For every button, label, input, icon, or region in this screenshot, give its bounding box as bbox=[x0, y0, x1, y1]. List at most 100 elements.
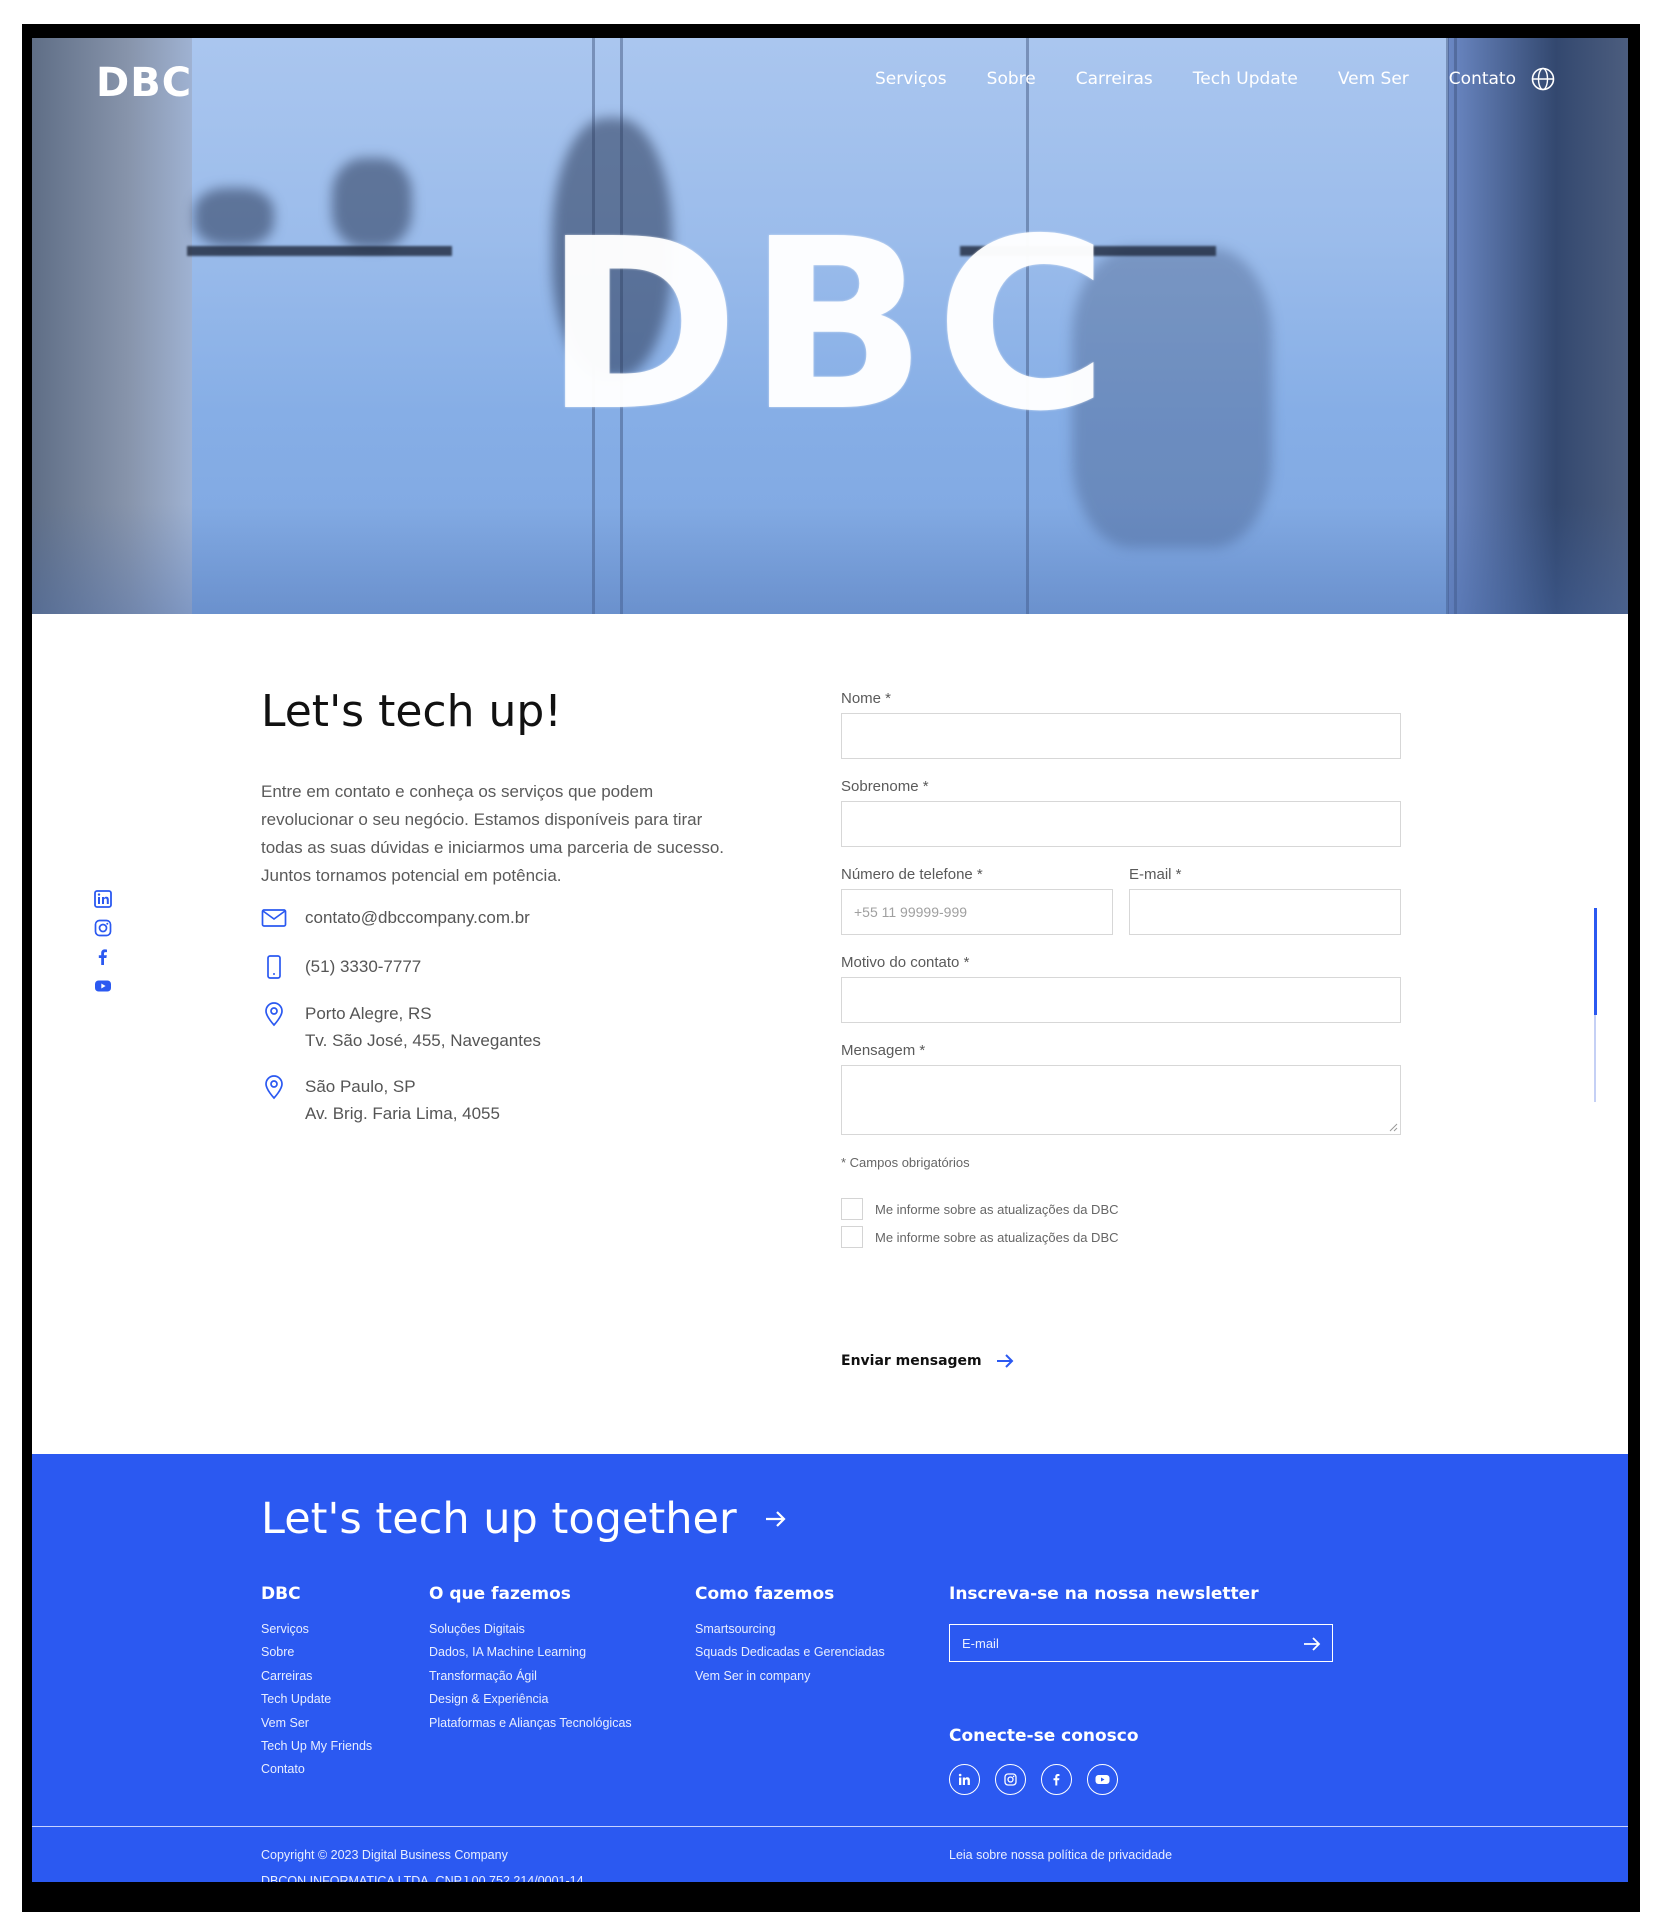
footer-col-heading: DBC bbox=[261, 1584, 301, 1604]
youtube-icon[interactable] bbox=[94, 977, 112, 995]
office-address: Av. Brig. Faria Lima, 4055 bbox=[305, 1104, 500, 1123]
mensagem-label: Mensagem * bbox=[841, 1042, 926, 1059]
footer-link[interactable]: Contato bbox=[261, 1758, 372, 1781]
sobrenome-label: Sobrenome * bbox=[841, 778, 929, 795]
footer-link[interactable]: Design & Experiência bbox=[429, 1688, 632, 1711]
send-message-button[interactable]: Enviar mensagem bbox=[841, 1353, 1014, 1369]
nav-links: Serviços Sobre Carreiras Tech Update Vem… bbox=[875, 69, 1516, 89]
send-message-label: Enviar mensagem bbox=[841, 1353, 982, 1369]
newsletter-checkbox-row: Me informe sobre as atualizações da DBC bbox=[841, 1198, 1119, 1220]
newsletter-email-input[interactable]: E-mail bbox=[949, 1624, 1333, 1662]
newsletter-checkbox[interactable] bbox=[841, 1198, 863, 1220]
contact-email[interactable]: contato@dbccompany.com.br bbox=[305, 904, 530, 931]
nome-input[interactable] bbox=[841, 713, 1401, 759]
footer-link[interactable]: Tech Update bbox=[261, 1688, 372, 1711]
telefone-input[interactable]: +55 11 99999-999 bbox=[841, 889, 1113, 935]
nav-link-carreiras[interactable]: Carreiras bbox=[1076, 69, 1153, 89]
instagram-icon[interactable] bbox=[94, 919, 112, 937]
sobrenome-input[interactable] bbox=[841, 801, 1401, 847]
arrow-right-icon[interactable] bbox=[1302, 1634, 1322, 1654]
nav-link-sobre[interactable]: Sobre bbox=[987, 69, 1036, 89]
nome-label: Nome * bbox=[841, 690, 892, 707]
footer-link[interactable]: Smartsourcing bbox=[695, 1618, 885, 1641]
facebook-icon[interactable] bbox=[94, 948, 112, 966]
newsletter-heading: Inscreva-se na nossa newsletter bbox=[949, 1584, 1259, 1604]
privacy-link[interactable]: Leia sobre nossa política de privacidade bbox=[949, 1848, 1172, 1862]
footer-cta-label: Let's tech up together bbox=[261, 1494, 737, 1544]
location-pin-icon bbox=[265, 1075, 283, 1100]
footer-link[interactable]: Carreiras bbox=[261, 1665, 372, 1688]
nav-link-servicos[interactable]: Serviços bbox=[875, 69, 947, 89]
resize-handle-icon[interactable] bbox=[1389, 1123, 1398, 1132]
site-logo[interactable]: DBC bbox=[96, 60, 192, 106]
office-city: Porto Alegre, RS bbox=[305, 1004, 432, 1023]
footer-cta[interactable]: Let's tech up together bbox=[261, 1494, 787, 1544]
office-sao-paulo: São Paulo, SP Av. Brig. Faria Lima, 4055 bbox=[261, 1073, 500, 1127]
connect-heading: Conecte-se conosco bbox=[949, 1726, 1139, 1746]
footer-link[interactable]: Vem Ser in company bbox=[695, 1665, 885, 1688]
phone-icon bbox=[267, 955, 281, 979]
hero-floor bbox=[32, 504, 1628, 614]
newsletter-placeholder: E-mail bbox=[962, 1636, 999, 1651]
footer: Let's tech up together DBC Serviços Sobr… bbox=[32, 1454, 1628, 1882]
contact-title: Let's tech up! bbox=[261, 686, 562, 737]
newsletter-checkbox[interactable] bbox=[841, 1226, 863, 1248]
footer-col-heading: Como fazemos bbox=[695, 1584, 835, 1604]
footer-link[interactable]: Soluções Digitais bbox=[429, 1618, 632, 1641]
youtube-icon[interactable] bbox=[1087, 1764, 1118, 1795]
nav-link-vem-ser[interactable]: Vem Ser bbox=[1338, 69, 1409, 89]
location-pin-icon bbox=[265, 1002, 283, 1027]
email-label: E-mail * bbox=[1129, 866, 1182, 883]
copyright-text: Copyright © 2023 Digital Business Compan… bbox=[261, 1848, 508, 1862]
page-window: DBC DBC Serviços Sobre Carreiras Tech Up… bbox=[32, 38, 1628, 1882]
footer-col-como-fazemos: Como fazemos Smartsourcing Squads Dedica… bbox=[695, 1584, 885, 1688]
checkbox-label: Me informe sobre as atualizações da DBC bbox=[875, 1229, 1119, 1245]
linkedin-icon[interactable] bbox=[94, 890, 112, 908]
contact-email-row: contato@dbccompany.com.br bbox=[261, 904, 530, 931]
footer-col-dbc: DBC Serviços Sobre Carreiras Tech Update… bbox=[261, 1584, 372, 1782]
hero-logo-text: DBC bbox=[543, 188, 1117, 463]
contact-phone[interactable]: (51) 3330-7777 bbox=[305, 953, 421, 980]
company-registration: DBCON INFORMATICA LTDA, CNPJ 00.752.214/… bbox=[261, 1874, 584, 1882]
checkbox-label: Me informe sobre as atualizações da DBC bbox=[875, 1201, 1119, 1217]
nav-link-tech-update[interactable]: Tech Update bbox=[1193, 69, 1298, 89]
contact-intro: Entre em contato e conheça os serviços q… bbox=[261, 782, 725, 885]
arrow-right-icon bbox=[765, 1511, 786, 1527]
linkedin-icon[interactable] bbox=[949, 1764, 980, 1795]
office-city: São Paulo, SP bbox=[305, 1077, 416, 1096]
footer-col-newsletter: Inscreva-se na nossa newsletter bbox=[949, 1584, 1259, 1618]
footer-divider bbox=[32, 1826, 1628, 1827]
footer-link[interactable]: Dados, IA Machine Learning bbox=[429, 1641, 632, 1664]
footer-link[interactable]: Sobre bbox=[261, 1641, 372, 1664]
scroll-indicator-thumb[interactable] bbox=[1594, 908, 1597, 1015]
footer-link[interactable]: Squads Dedicadas e Gerenciadas bbox=[695, 1641, 885, 1664]
instagram-icon[interactable] bbox=[995, 1764, 1026, 1795]
motivo-input[interactable] bbox=[841, 977, 1401, 1023]
telefone-placeholder: +55 11 99999-999 bbox=[854, 904, 968, 920]
footer-col-o-que-fazemos: O que fazemos Soluções Digitais Dados, I… bbox=[429, 1584, 632, 1735]
telefone-label: Número de telefone * bbox=[841, 866, 983, 883]
social-rail bbox=[94, 890, 112, 995]
footer-link[interactable]: Tech Up My Friends bbox=[261, 1735, 372, 1758]
email-input[interactable] bbox=[1129, 889, 1401, 935]
globe-icon[interactable] bbox=[1530, 66, 1556, 92]
facebook-icon[interactable] bbox=[1041, 1764, 1072, 1795]
nav-link-contato[interactable]: Contato bbox=[1449, 69, 1516, 89]
hero-banner: DBC DBC Serviços Sobre Carreiras Tech Up… bbox=[32, 38, 1628, 614]
footer-link[interactable]: Serviços bbox=[261, 1618, 372, 1641]
top-nav: DBC Serviços Sobre Carreiras Tech Update… bbox=[32, 38, 1628, 118]
arrow-right-icon bbox=[996, 1354, 1014, 1368]
required-note: * Campos obrigatórios bbox=[841, 1155, 970, 1170]
office-address: Tv. São José, 455, Navegantes bbox=[305, 1031, 541, 1050]
connect-icons bbox=[949, 1764, 1118, 1795]
footer-link[interactable]: Vem Ser bbox=[261, 1712, 372, 1735]
footer-link[interactable]: Plataformas e Alianças Tecnológicas bbox=[429, 1712, 632, 1735]
office-porto-alegre: Porto Alegre, RS Tv. São José, 455, Nave… bbox=[261, 1000, 541, 1054]
contact-phone-row: (51) 3330-7777 bbox=[261, 953, 421, 980]
footer-col-heading: O que fazemos bbox=[429, 1584, 571, 1604]
mensagem-textarea[interactable] bbox=[841, 1065, 1401, 1135]
motivo-label: Motivo do contato * bbox=[841, 954, 970, 971]
newsletter-checkbox-row: Me informe sobre as atualizações da DBC bbox=[841, 1226, 1119, 1248]
mail-icon bbox=[261, 909, 287, 927]
footer-link[interactable]: Transformação Ágil bbox=[429, 1665, 632, 1688]
